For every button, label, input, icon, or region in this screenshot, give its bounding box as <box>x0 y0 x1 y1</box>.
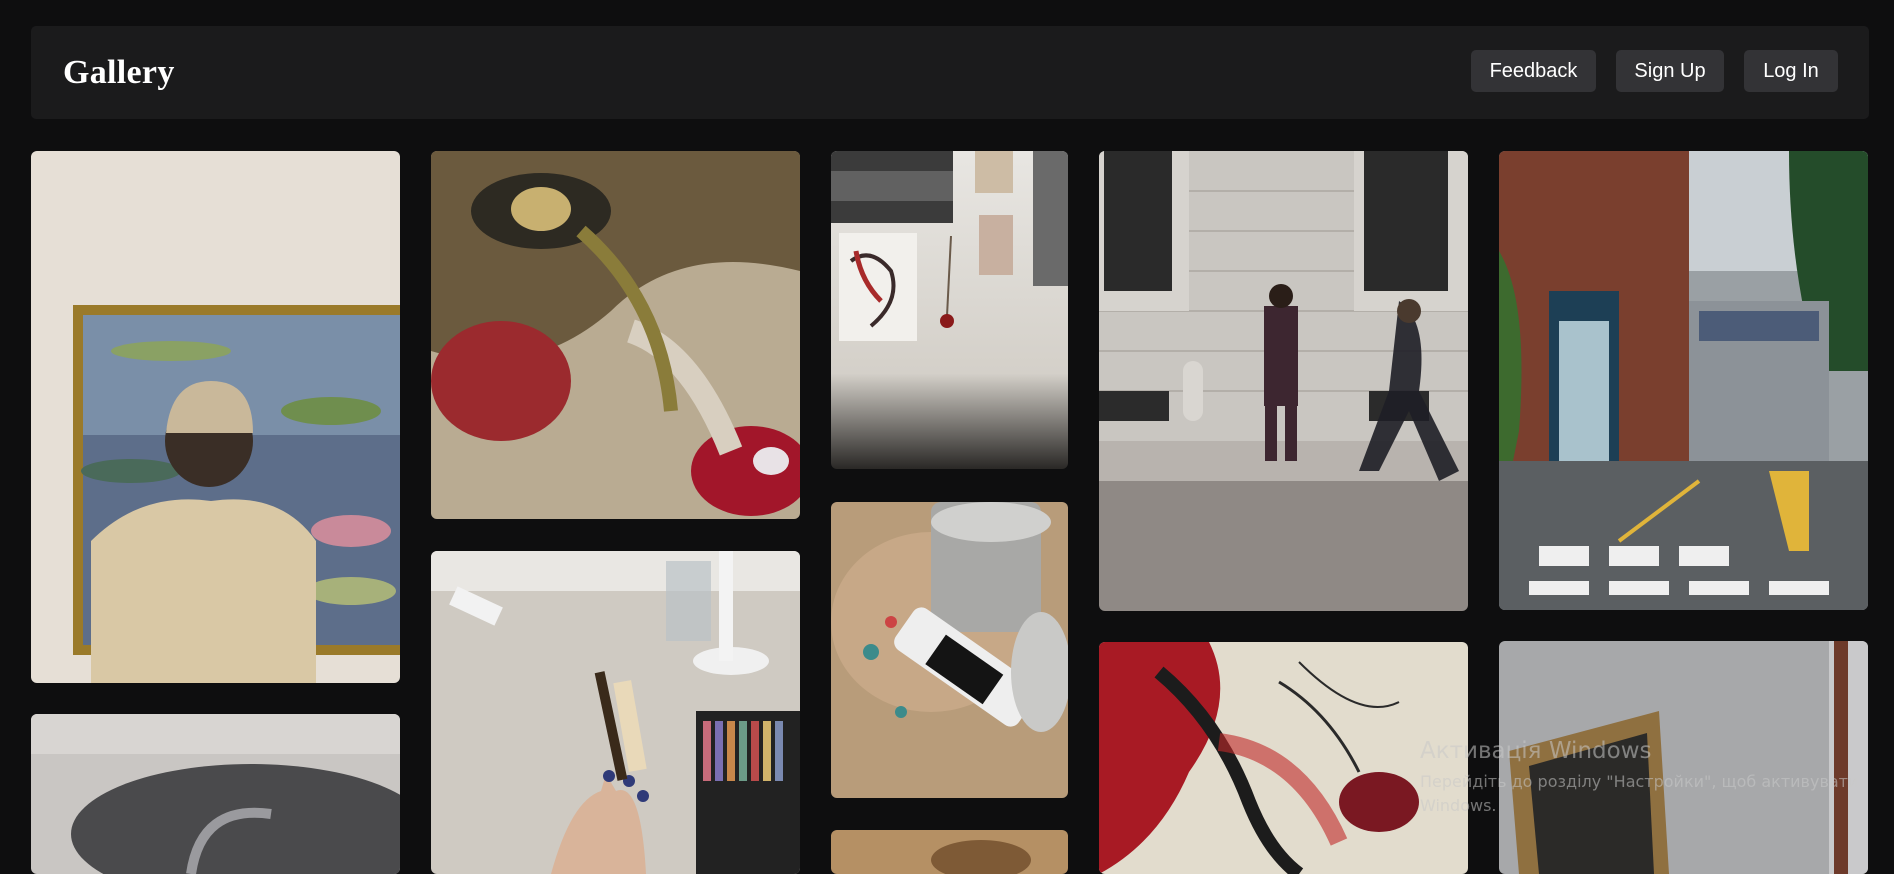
gallery-image-oil-painting-face[interactable] <box>431 151 800 519</box>
top-navbar: Gallery Feedback Sign Up Log In <box>31 26 1869 119</box>
gallery-image-rainy-street[interactable] <box>1499 151 1868 610</box>
watermark-title: Активація Windows <box>1420 738 1652 764</box>
feedback-button[interactable]: Feedback <box>1471 50 1596 92</box>
gallery-image-street-pedestrians[interactable] <box>1099 151 1468 611</box>
gallery-image-partial-artwork[interactable] <box>831 830 1068 874</box>
gallery-image-museum-visitor[interactable] <box>31 151 400 683</box>
gallery-image-abstract-red[interactable] <box>1099 642 1468 874</box>
gallery-image-paint-tubes[interactable] <box>831 502 1068 798</box>
login-button[interactable]: Log In <box>1744 50 1838 92</box>
windows-activation-watermark: Активація Windows Перейдіть до розділу "… <box>1420 738 1858 818</box>
gallery-image-studio-chair[interactable] <box>31 714 400 874</box>
watermark-line1: Перейдіть до розділу "Настройки", щоб ак… <box>1420 772 1859 791</box>
gallery-image-wall-sketches[interactable] <box>831 151 1068 469</box>
watermark-line2: Windows. <box>1420 796 1497 815</box>
gallery-image-studio-desk[interactable] <box>431 551 800 874</box>
brand-logo[interactable]: Gallery <box>63 54 175 92</box>
signup-button[interactable]: Sign Up <box>1616 50 1724 92</box>
